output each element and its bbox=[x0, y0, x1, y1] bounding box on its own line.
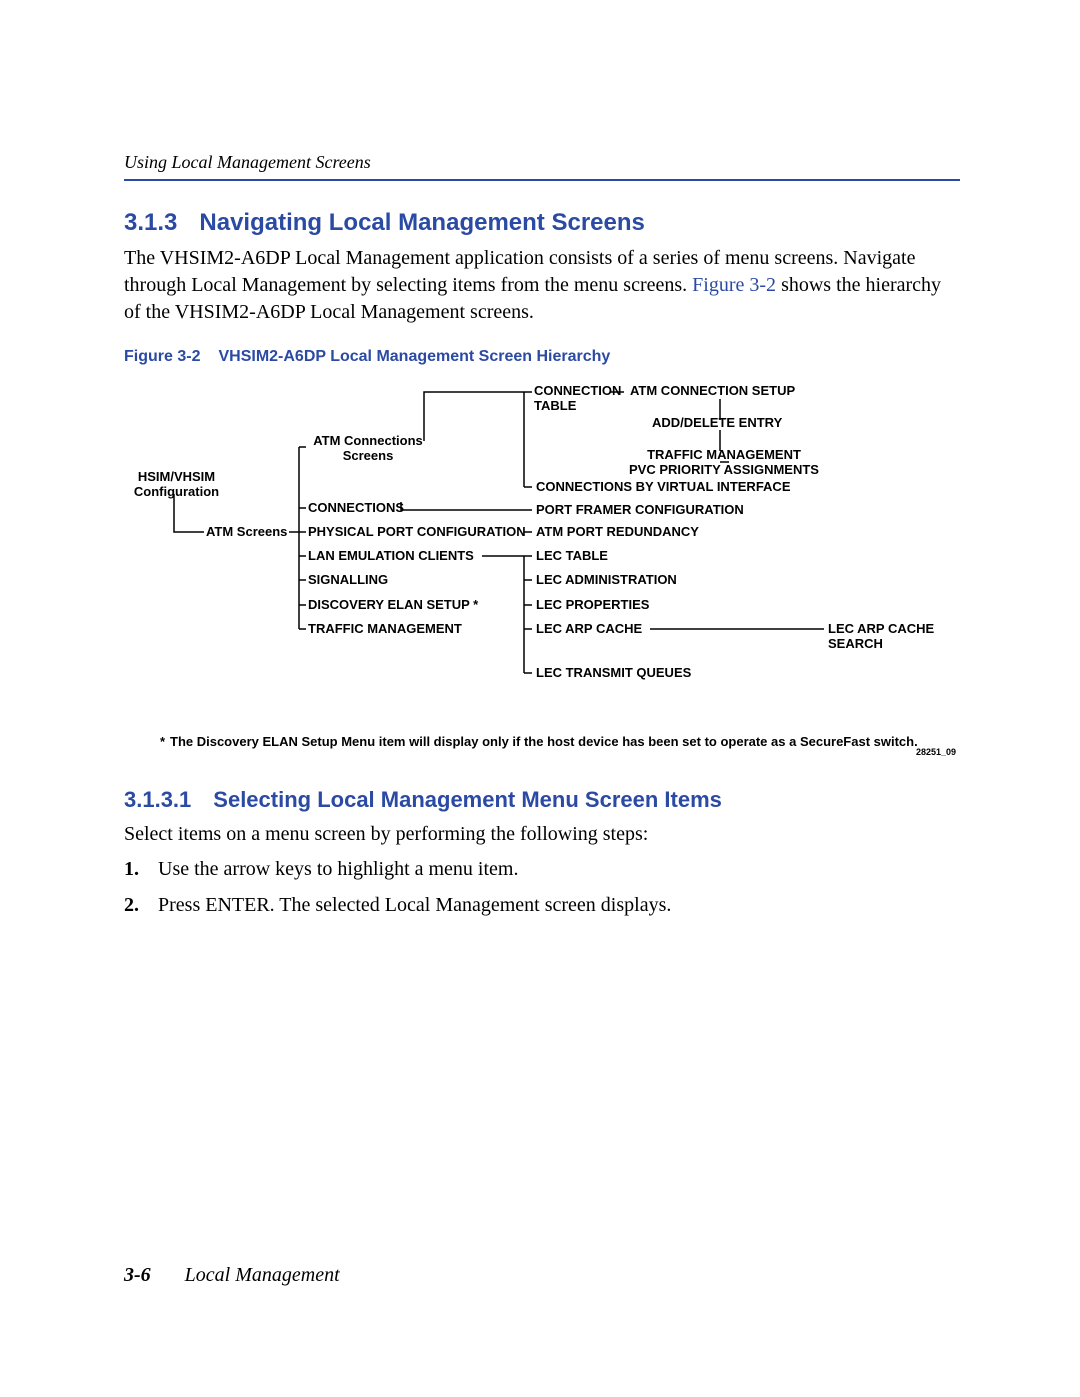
node-atm-screens: ATM Screens bbox=[206, 525, 287, 540]
node-add-del: ADD/DELETE ENTRY bbox=[652, 416, 782, 431]
node-traffic-mgmt: TRAFFIC MANAGEMENT bbox=[308, 622, 462, 637]
node-discovery: DISCOVERY ELAN SETUP * bbox=[308, 598, 478, 613]
header-rule bbox=[124, 179, 960, 181]
node-atm-port-red: ATM PORT REDUNDANCY bbox=[536, 525, 699, 540]
subsection-number: 3.1.3.1 bbox=[124, 787, 191, 812]
node-lec-table: LEC TABLE bbox=[536, 549, 608, 564]
node-signalling: SIGNALLING bbox=[308, 573, 388, 588]
section-paragraph: The VHSIM2-A6DP Local Management applica… bbox=[124, 245, 960, 326]
step-text: Press ENTER. The selected Local Manageme… bbox=[158, 894, 671, 916]
step-item: 2. Press ENTER. The selected Local Manage… bbox=[124, 890, 960, 920]
footnote-text: The Discovery ELAN Setup Menu item will … bbox=[170, 734, 918, 749]
step-text: Use the arrow keys to highlight a menu i… bbox=[158, 858, 518, 880]
page-number: 3-6 bbox=[124, 1264, 151, 1286]
node-lan-emu: LAN EMULATION CLIENTS bbox=[308, 549, 474, 564]
figure-title: VHSIM2-A6DP Local Management Screen Hier… bbox=[218, 348, 610, 365]
node-lec-admin: LEC ADMINISTRATION bbox=[536, 573, 677, 588]
node-atm-conn-screens: ATM ConnectionsScreens bbox=[308, 434, 428, 464]
step-item: 1. Use the arrow keys to highlight a menu… bbox=[124, 854, 960, 884]
node-lec-props: LEC PROPERTIES bbox=[536, 598, 649, 613]
node-traffic-pvc: TRAFFIC MANAGEMENTPVC PRIORITY ASSIGNMEN… bbox=[614, 448, 834, 478]
node-atm-conn-setup: ATM CONNECTION SETUP bbox=[630, 384, 795, 399]
node-lec-tx: LEC TRANSMIT QUEUES bbox=[536, 666, 691, 681]
section-number: 3.1.3 bbox=[124, 209, 177, 236]
figure-link[interactable]: Figure 3-2 bbox=[692, 274, 776, 296]
section-heading: 3.1.3 Navigating Local Management Screens bbox=[124, 209, 960, 237]
page-footer: 3-6 Local Management bbox=[124, 1264, 340, 1287]
node-lec-arp-search: LEC ARP CACHESEARCH bbox=[828, 622, 934, 652]
figure-footnote: * The Discovery ELAN Setup Menu item wil… bbox=[124, 734, 960, 751]
node-connections: CONNECTIONS bbox=[308, 501, 404, 516]
footer-title: Local Management bbox=[185, 1264, 340, 1286]
section-title: Navigating Local Management Screens bbox=[199, 209, 644, 236]
node-root: HSIM/VHSIMConfiguration bbox=[124, 470, 229, 500]
figure-caption: Figure 3-2 VHSIM2-A6DP Local Management S… bbox=[124, 348, 960, 366]
steps-list: 1. Use the arrow keys to highlight a menu… bbox=[124, 854, 960, 920]
figure-number: Figure 3-2 bbox=[124, 348, 200, 365]
subsection-intro: Select items on a menu screen by perform… bbox=[124, 821, 960, 848]
step-number: 1. bbox=[124, 854, 139, 884]
page: Using Local Management Screens 3.1.3 Navi… bbox=[0, 0, 1080, 1397]
subsection-title: Selecting Local Management Menu Screen I… bbox=[213, 787, 722, 812]
node-phys-port: PHYSICAL PORT CONFIGURATION bbox=[308, 525, 526, 540]
step-number: 2. bbox=[124, 890, 139, 920]
hierarchy-diagram: HSIM/VHSIMConfiguration ATM Screens ATM … bbox=[124, 384, 960, 724]
node-conn-table: CONNECTIONTABLE bbox=[534, 384, 621, 414]
node-conn-by-vi: CONNECTIONS BY VIRTUAL INTERFACE bbox=[536, 480, 790, 495]
node-port-framer: PORT FRAMER CONFIGURATION bbox=[536, 503, 744, 518]
running-header: Using Local Management Screens bbox=[124, 152, 960, 173]
subsection-heading: 3.1.3.1 Selecting Local Management Menu S… bbox=[124, 787, 960, 813]
figure-image-id: 28251_09 bbox=[916, 747, 956, 759]
footnote-star: * bbox=[160, 734, 165, 751]
node-lec-arp: LEC ARP CACHE bbox=[536, 622, 642, 637]
